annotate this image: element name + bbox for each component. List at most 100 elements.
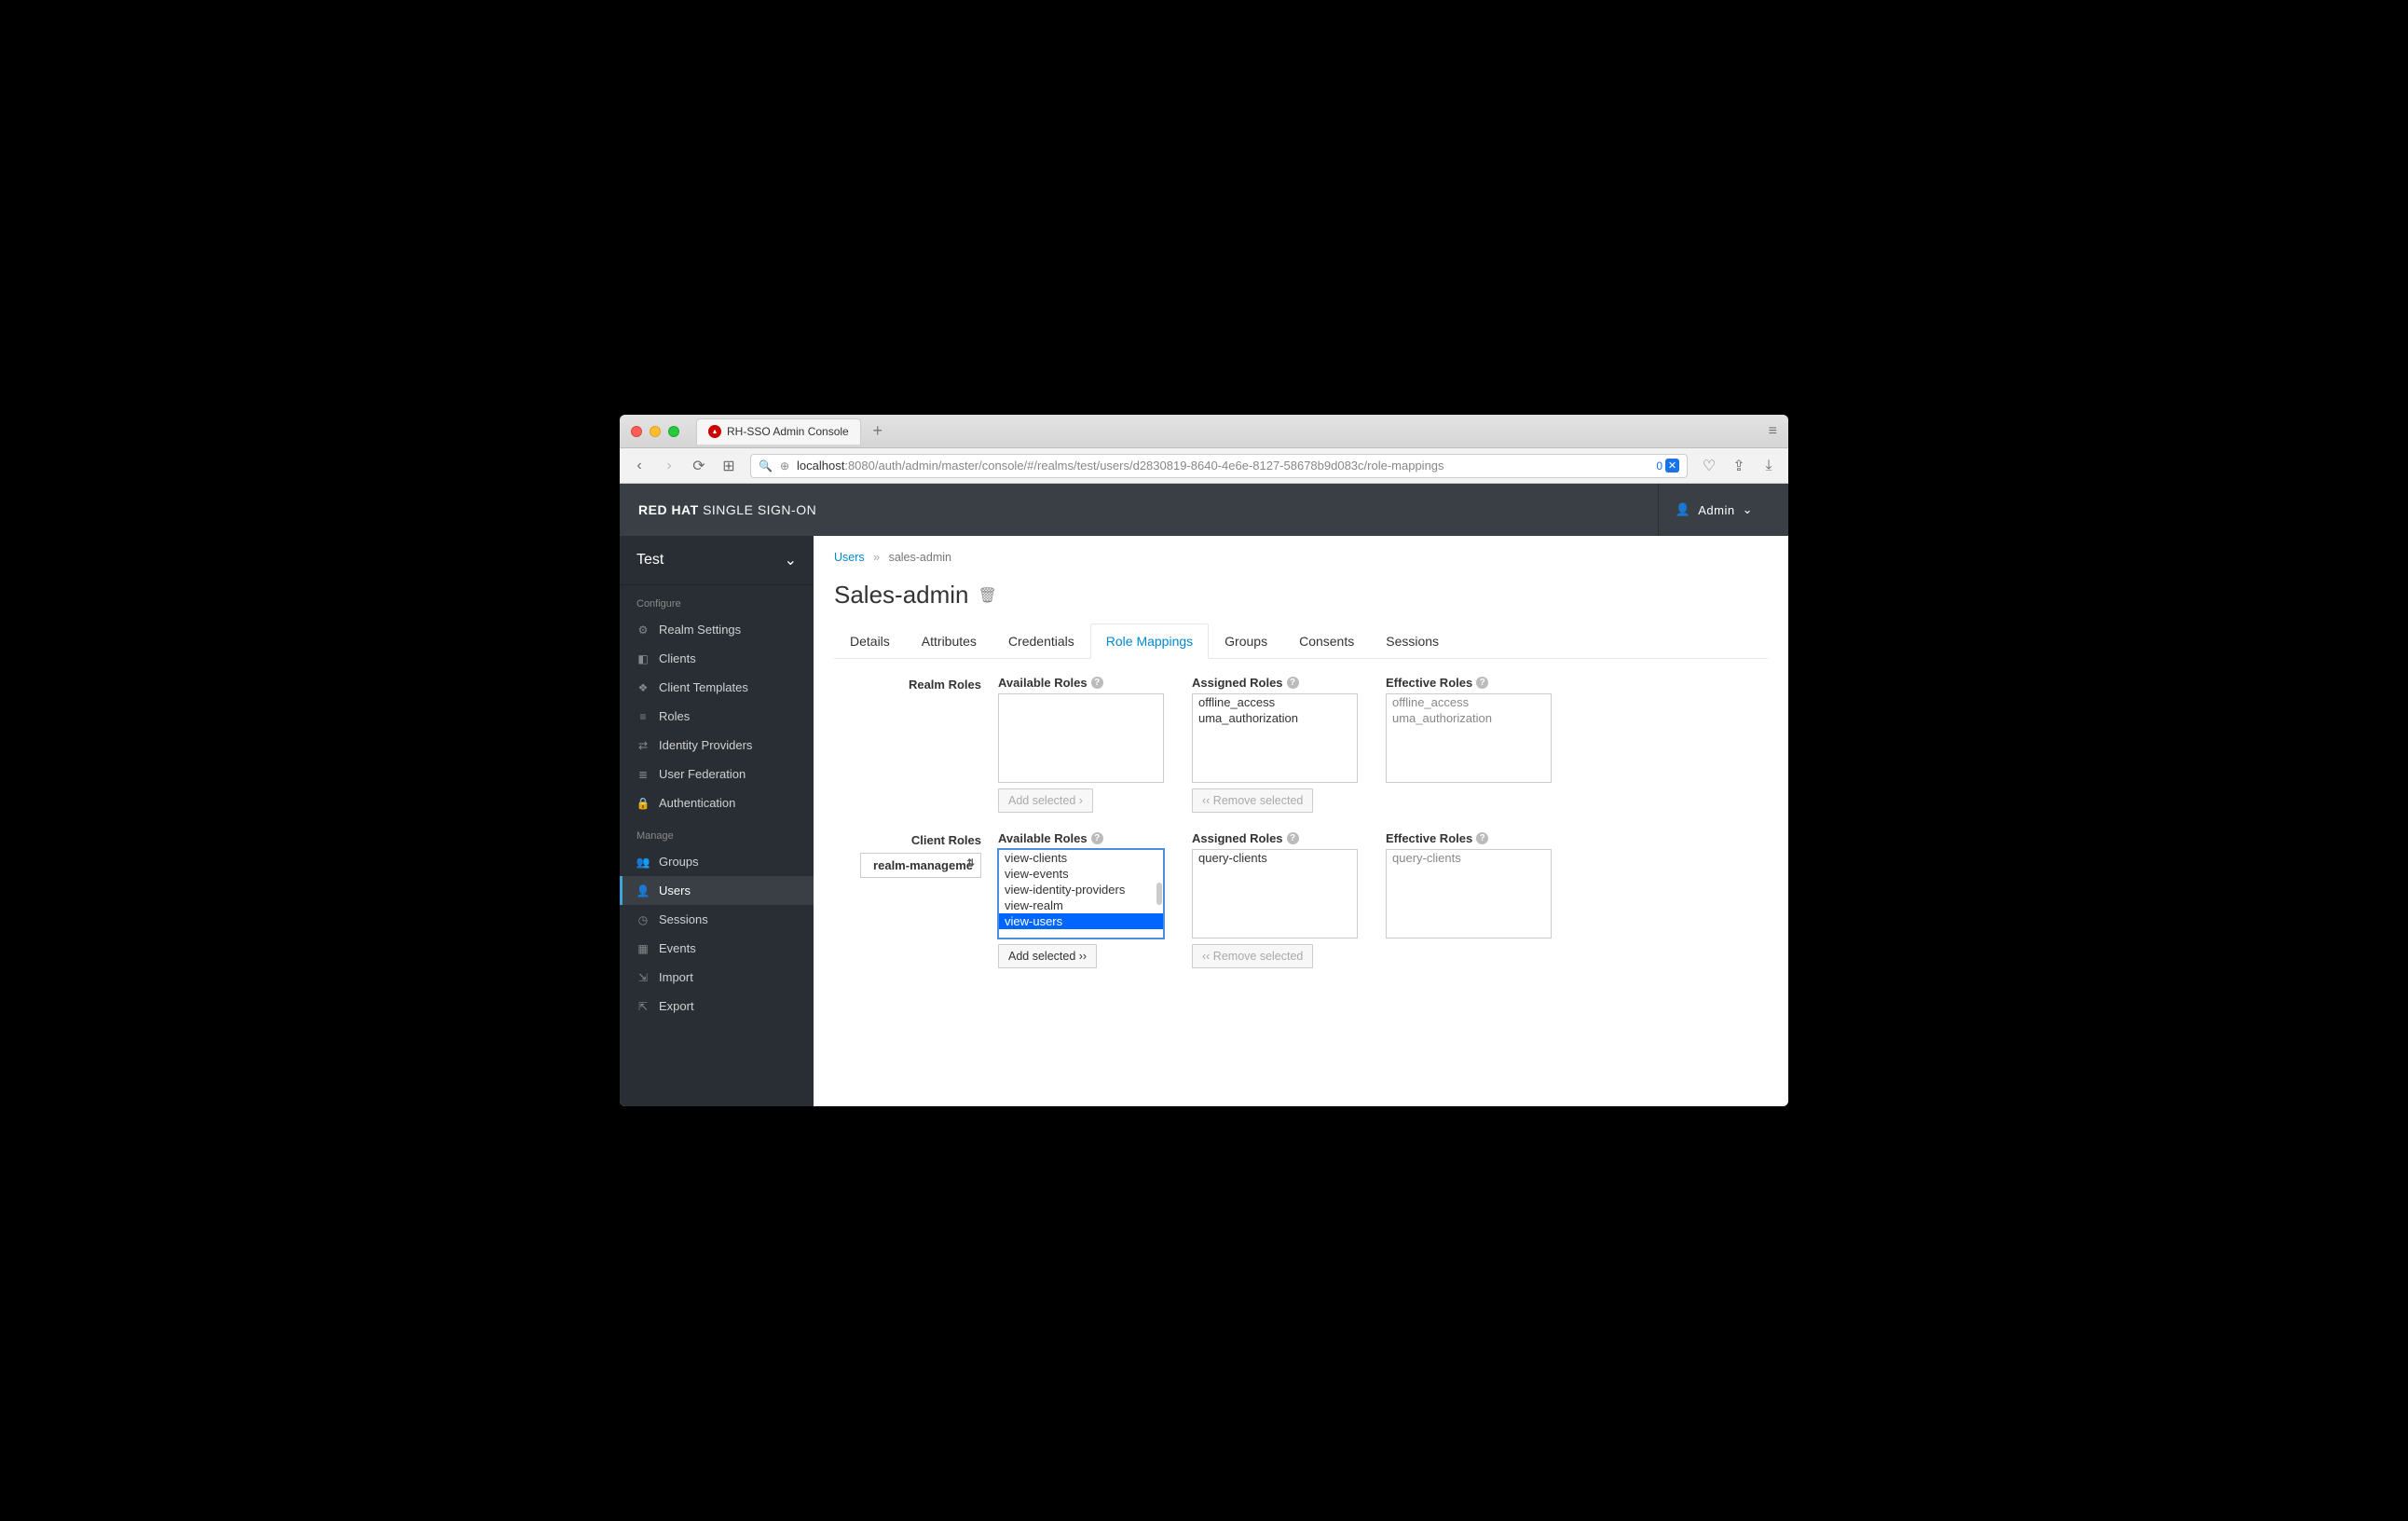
export-icon: ⇱	[636, 1000, 650, 1013]
sidebar-item-groups[interactable]: 👥Groups	[620, 847, 814, 876]
events-icon: ▦	[636, 942, 650, 955]
help-icon[interactable]: ?	[1287, 832, 1299, 844]
add-selected-button[interactable]: Add selected ››	[998, 944, 1097, 968]
app-header: RED HAT SINGLE SIGN-ON 👤 Admin ⌄	[620, 484, 1788, 536]
tab-consents[interactable]: Consents	[1283, 623, 1370, 659]
globe-icon: ⊕	[780, 459, 789, 473]
realm-effective-roles: offline_accessuma_authorization	[1386, 693, 1552, 783]
add-selected-button[interactable]: Add selected ›	[998, 788, 1093, 813]
option-uma_authorization[interactable]: uma_authorization	[1193, 710, 1357, 726]
groups-icon: 👥	[636, 856, 650, 869]
remove-selected-button[interactable]: ‹‹ Remove selected	[1192, 788, 1313, 813]
sidebar-item-identity-providers[interactable]: ⇄Identity Providers	[620, 731, 814, 760]
sidebar-item-client-templates[interactable]: ❖Client Templates	[620, 673, 814, 702]
breadcrumb-root[interactable]: Users	[834, 551, 865, 564]
remove-selected-button[interactable]: ‹‹ Remove selected	[1192, 944, 1313, 968]
help-icon[interactable]: ?	[1287, 677, 1299, 689]
help-icon[interactable]: ?	[1091, 832, 1103, 844]
client-assigned-roles[interactable]: query-clients	[1192, 849, 1358, 939]
scrollbar-thumb[interactable]	[1156, 883, 1162, 905]
realm-roles-label: Realm Roles	[834, 676, 998, 692]
tabs: DetailsAttributesCredentialsRole Mapping…	[834, 623, 1768, 659]
tab-groups[interactable]: Groups	[1209, 623, 1283, 659]
delete-icon[interactable]: 🗑	[978, 586, 997, 605]
browser-tab[interactable]: RH-SSO Admin Console	[696, 418, 861, 445]
favorite-icon[interactable]: ♡	[1701, 457, 1717, 475]
brand: RED HAT SINGLE SIGN-ON	[638, 502, 816, 517]
clients-icon: ◧	[636, 652, 650, 665]
sidebar-item-authentication[interactable]: 🔒Authentication	[620, 788, 814, 817]
roles-icon: ≡	[636, 710, 650, 723]
tab-sessions[interactable]: Sessions	[1370, 623, 1455, 659]
blocker-x-icon: ✕	[1665, 459, 1679, 473]
client-roles-row: Client Roles realm-manageme Available Ro…	[834, 831, 1768, 968]
share-icon[interactable]: ⇪	[1731, 457, 1747, 475]
option-view-clients[interactable]: view-clients	[999, 850, 1163, 866]
import-icon: ⇲	[636, 971, 650, 984]
realm-selector[interactable]: Test ⌄	[620, 536, 814, 585]
tab-title: RH-SSO Admin Console	[727, 425, 849, 438]
favicon-icon	[708, 425, 721, 438]
minimize-window[interactable]	[650, 426, 661, 437]
forward-button[interactable]: ›	[661, 458, 677, 474]
option-query-clients[interactable]: query-clients	[1193, 850, 1357, 866]
tab-details[interactable]: Details	[834, 623, 906, 659]
window-controls	[631, 426, 679, 437]
tabs-overflow-icon[interactable]: ≡	[1769, 423, 1777, 440]
new-tab-button[interactable]: +	[867, 421, 889, 441]
sidebar-item-users[interactable]: 👤Users	[620, 876, 814, 905]
reload-button[interactable]: ⟳	[691, 457, 707, 475]
option-view-identity-providers[interactable]: view-identity-providers	[999, 882, 1163, 898]
sidebar-item-sessions[interactable]: ◷Sessions	[620, 905, 814, 934]
sidebar-item-user-federation[interactable]: ≣User Federation	[620, 760, 814, 788]
tab-credentials[interactable]: Credentials	[992, 623, 1090, 659]
client-available-roles[interactable]: view-clientsview-eventsview-identity-pro…	[998, 849, 1164, 939]
user-menu[interactable]: 👤 Admin ⌄	[1658, 484, 1770, 536]
identity-providers-icon: ⇄	[636, 739, 650, 752]
tab-attributes[interactable]: Attributes	[906, 623, 992, 659]
chevron-down-icon: ⌄	[785, 551, 797, 569]
sidebar-item-roles[interactable]: ≡Roles	[620, 702, 814, 731]
option-view-realm[interactable]: view-realm	[999, 898, 1163, 913]
section-manage-label: Manage	[620, 817, 814, 847]
realm-available-roles[interactable]	[998, 693, 1164, 783]
user-name: Admin	[1698, 503, 1734, 517]
client-effective-roles: query-clients	[1386, 849, 1552, 939]
browser-window: RH-SSO Admin Console + ≡ ‹ › ⟳ ⊞ 🔍 ⊕ loc…	[620, 415, 1788, 1106]
address-bar[interactable]: 🔍 ⊕ localhost:8080/auth/admin/master/con…	[750, 454, 1688, 478]
realm-assigned-roles[interactable]: offline_accessuma_authorization	[1192, 693, 1358, 783]
help-icon[interactable]: ?	[1476, 832, 1488, 844]
help-icon[interactable]: ?	[1091, 677, 1103, 689]
sidebar: Test ⌄ Configure ⚙Realm Settings◧Clients…	[620, 536, 814, 1106]
option-query-clients: query-clients	[1387, 850, 1551, 866]
realm-settings-icon: ⚙	[636, 623, 650, 637]
tab-role-mappings[interactable]: Role Mappings	[1090, 623, 1209, 659]
sidebar-item-clients[interactable]: ◧Clients	[620, 644, 814, 673]
sidebar-item-import[interactable]: ⇲Import	[620, 963, 814, 992]
browser-toolbar: ‹ › ⟳ ⊞ 🔍 ⊕ localhost:8080/auth/admin/ma…	[620, 448, 1788, 484]
zoom-window[interactable]	[668, 426, 679, 437]
authentication-icon: 🔒	[636, 797, 650, 810]
blocker-badge[interactable]: 0 ✕	[1656, 459, 1679, 473]
sessions-icon: ◷	[636, 913, 650, 926]
client-templates-icon: ❖	[636, 681, 650, 694]
back-button[interactable]: ‹	[631, 458, 648, 474]
option-offline_access: offline_access	[1387, 694, 1551, 710]
users-icon: 👤	[636, 884, 650, 898]
option-offline_access[interactable]: offline_access	[1193, 694, 1357, 710]
page-title: Sales-admin 🗑	[834, 581, 1768, 610]
breadcrumb-current: sales-admin	[889, 551, 951, 564]
option-view-events[interactable]: view-events	[999, 866, 1163, 882]
sidebar-item-realm-settings[interactable]: ⚙Realm Settings	[620, 615, 814, 644]
titlebar: RH-SSO Admin Console + ≡	[620, 415, 1788, 448]
downloads-icon[interactable]: ⤓	[1760, 458, 1777, 474]
close-window[interactable]	[631, 426, 642, 437]
apps-icon[interactable]: ⊞	[720, 457, 737, 475]
sidebar-item-events[interactable]: ▦Events	[620, 934, 814, 963]
option-view-users[interactable]: view-users	[999, 913, 1163, 929]
user-icon: 👤	[1676, 502, 1691, 517]
client-select[interactable]: realm-manageme	[860, 853, 981, 878]
help-icon[interactable]: ?	[1476, 677, 1488, 689]
option-uma_authorization: uma_authorization	[1387, 710, 1551, 726]
sidebar-item-export[interactable]: ⇱Export	[620, 992, 814, 1021]
